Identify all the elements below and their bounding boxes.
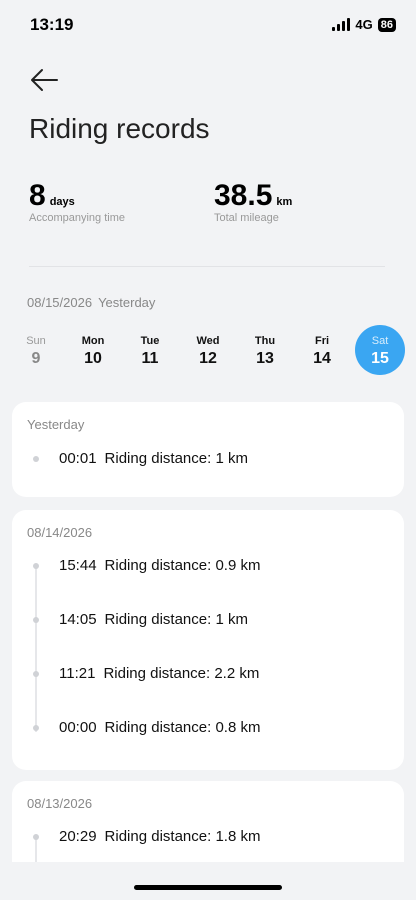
stat-value: 38.5 [214, 179, 273, 212]
stat-unit: days [49, 196, 75, 208]
stat-total-mileage: 38.5 km Total mileage [214, 179, 293, 225]
stat-accompanying-time: 8 days Accompanying time [29, 179, 125, 225]
record-time: 14:05 [59, 611, 97, 628]
timeline-dot [33, 456, 39, 462]
day-mon[interactable]: Mon 10 [68, 325, 118, 375]
day-name: Wed [196, 335, 220, 347]
status-time: 13:19 [30, 15, 74, 34]
record-entry[interactable]: 11:21 Riding distance: 2.2 km [12, 662, 404, 686]
day-sun[interactable]: Sun 9 [11, 325, 61, 375]
record-time: 00:01 [59, 450, 97, 467]
network-type: 4G [355, 17, 373, 32]
arrow-left-icon [31, 69, 58, 91]
home-indicator[interactable] [134, 885, 282, 890]
day-number: 13 [256, 350, 274, 367]
selected-date-header: 08/15/2026 Yesterday [27, 295, 155, 310]
page-title: Riding records [29, 113, 210, 144]
timeline-line [35, 566, 37, 732]
day-wed[interactable]: Wed 12 [183, 325, 233, 375]
day-name: Tue [140, 335, 160, 347]
day-number: 11 [141, 350, 159, 367]
back-button[interactable] [28, 66, 60, 94]
record-distance: Riding distance: 1 km [104, 611, 248, 628]
record-time: 20:29 [59, 828, 97, 845]
record-time: 00:00 [59, 719, 97, 736]
record-entry[interactable]: 00:01 Riding distance: 1 km [12, 447, 404, 471]
record-distance: Riding distance: 2.2 km [103, 665, 260, 682]
record-distance: Riding distance: 0.9 km [104, 557, 261, 574]
record-distance: Riding distance: 1.8 km [104, 828, 261, 845]
stat-label: Accompanying time [29, 212, 125, 224]
day-sat-selected[interactable]: Sat 15 [355, 325, 405, 375]
day-fri[interactable]: Fri 14 [297, 325, 347, 375]
record-entry[interactable]: 20:29 Riding distance: 1.8 km [12, 825, 404, 849]
day-number: 12 [199, 350, 217, 367]
timeline-dot [33, 725, 39, 731]
day-number: 15 [371, 350, 389, 367]
record-time: 11:21 [59, 665, 96, 682]
day-number: 14 [313, 350, 331, 367]
status-bar: 13:19 4G 86 [0, 0, 416, 50]
timeline-dot [33, 617, 39, 623]
day-name: Fri [314, 335, 330, 347]
day-tue[interactable]: Tue 11 [125, 325, 175, 375]
record-entry[interactable]: 15:44 Riding distance: 0.9 km [12, 554, 404, 578]
week-selector: Sun 9 Mon 10 Tue 11 Wed 12 Thu 13 Fri 14… [0, 325, 416, 380]
timeline-dot [33, 563, 39, 569]
stat-unit: km [276, 196, 293, 208]
day-name: Sat [371, 335, 389, 347]
day-number: 9 [31, 350, 41, 367]
record-card-date: 08/13/2026 [27, 796, 93, 811]
record-entry[interactable]: 14:05 Riding distance: 1 km [12, 608, 404, 632]
day-number: 10 [84, 350, 102, 367]
record-distance: Riding distance: 0.8 km [104, 719, 261, 736]
battery-icon: 86 [377, 17, 396, 32]
record-card-date: Yesterday [27, 417, 85, 432]
day-name: Mon [81, 335, 105, 347]
divider [29, 266, 385, 267]
record-card: Yesterday 00:01 Riding distance: 1 km [12, 402, 404, 497]
status-icons: 4G 86 [332, 17, 396, 32]
signal-icon [332, 18, 351, 31]
stat-value: 8 [29, 179, 46, 212]
record-card: 08/13/2026 20:29 Riding distance: 1.8 km [12, 781, 404, 862]
stat-label: Total mileage [214, 212, 279, 224]
record-time: 15:44 [59, 557, 97, 574]
day-name: Sun [26, 335, 46, 347]
record-card: 08/14/2026 15:44 Riding distance: 0.9 km … [12, 510, 404, 770]
record-entry[interactable]: 00:00 Riding distance: 0.8 km [12, 716, 404, 740]
record-card-date: 08/14/2026 [27, 525, 93, 540]
day-thu[interactable]: Thu 13 [240, 325, 290, 375]
record-distance: Riding distance: 1 km [104, 450, 248, 467]
timeline-dot [33, 671, 39, 677]
day-name: Thu [254, 335, 276, 347]
selected-date-relative: Yesterday [98, 295, 156, 310]
timeline-dot [33, 834, 39, 840]
selected-date: 08/15/2026 [27, 295, 93, 310]
